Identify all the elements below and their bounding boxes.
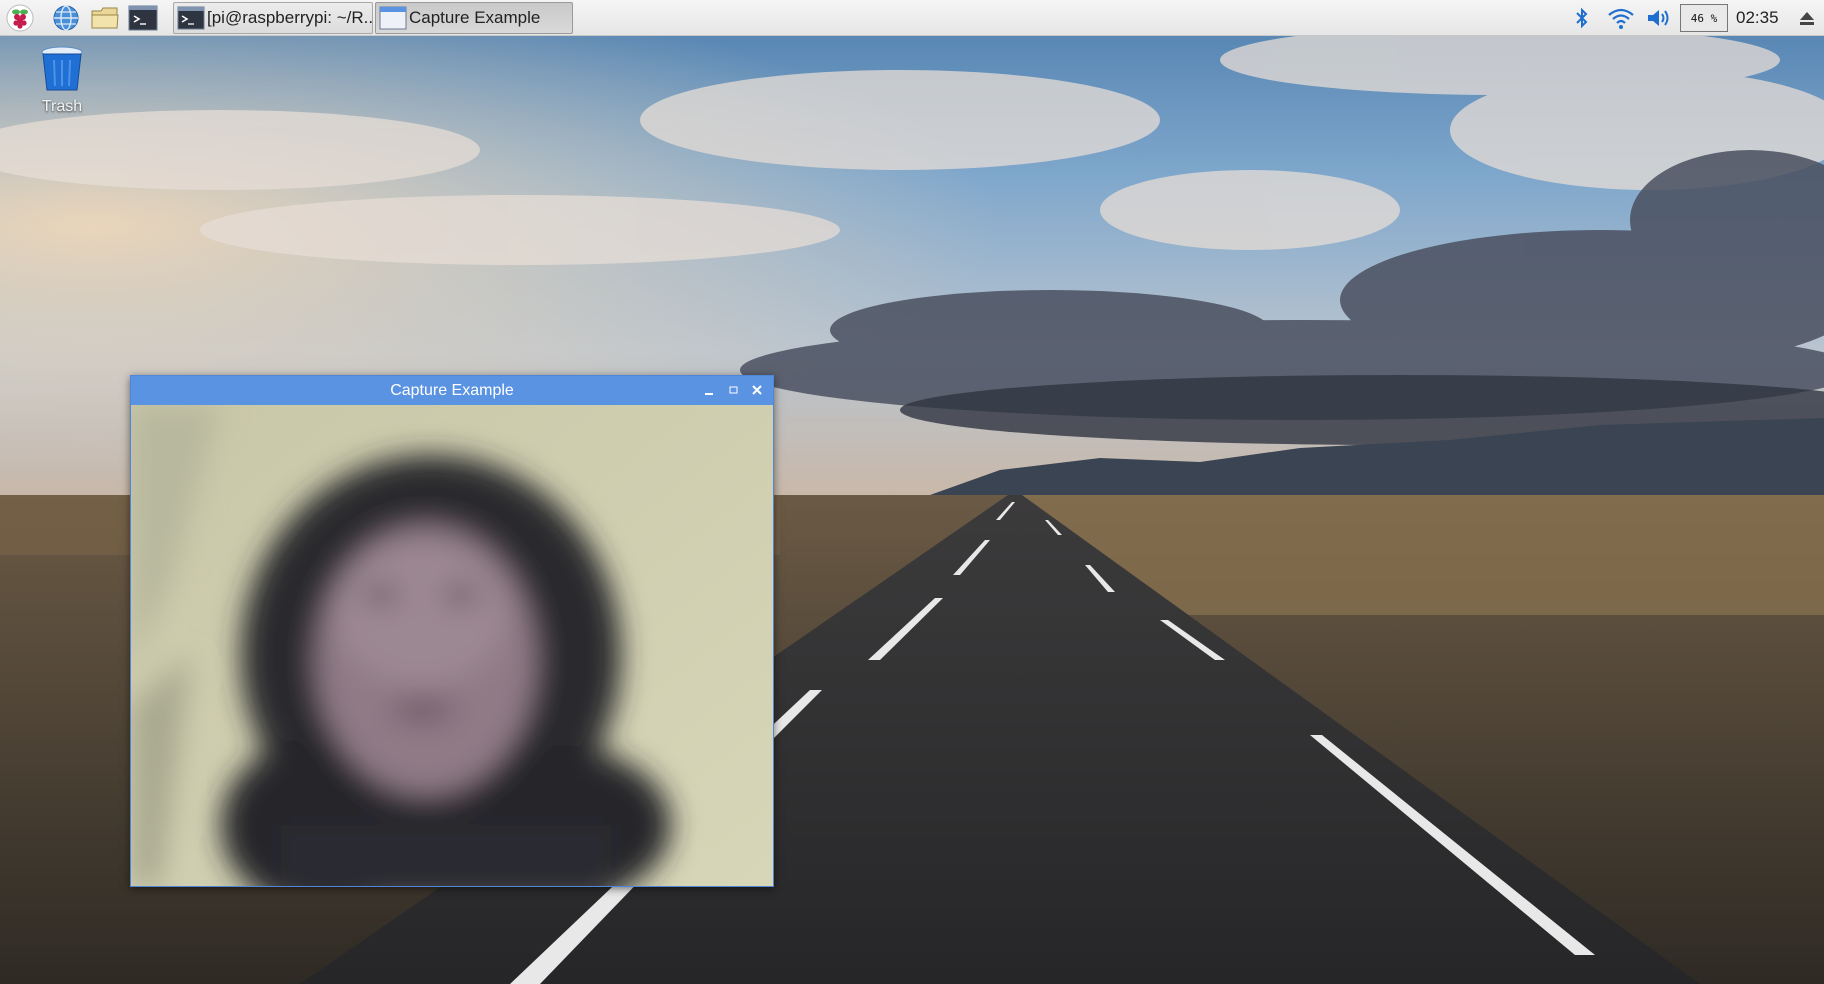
minimize-icon [705,393,713,395]
terminal-icon[interactable] [128,3,158,33]
bluetooth-icon[interactable] [1570,4,1594,32]
taskbar-task-capture-example[interactable]: Capture Example [375,2,573,34]
volume-icon[interactable] [1644,4,1674,32]
close-icon [752,385,762,395]
maximize-icon [729,386,738,394]
taskbar-task-label: [pi@raspberrypi: ~/R... [207,8,373,27]
taskbar: [pi@raspberrypi: ~/R... Capture Example … [0,0,1824,36]
window-icon [379,6,407,30]
clock[interactable]: 02:35 [1736,0,1779,36]
eject-icon[interactable] [1796,4,1818,32]
raspberry-menu-icon[interactable] [5,3,35,33]
maximize-button[interactable] [723,380,743,400]
cpu-percent: 46 % [1690,11,1718,25]
taskbar-task-label: Capture Example [409,8,541,27]
trash-desktop-icon[interactable]: Trash [30,44,94,116]
window-title: Capture Example [390,381,514,399]
trash-label: Trash [41,98,83,115]
terminal-icon [177,6,205,30]
capture-example-window[interactable]: Capture Example [130,375,774,887]
trash-icon [41,46,83,91]
taskbar-task-terminal[interactable]: [pi@raspberrypi: ~/R... [173,2,373,34]
minimize-button[interactable] [699,380,719,400]
window-titlebar[interactable]: Capture Example [131,376,773,405]
close-button[interactable] [747,380,767,400]
camera-feed [131,405,773,886]
file-manager-icon[interactable] [90,3,120,33]
cpu-monitor[interactable]: 46 % [1680,4,1728,32]
wifi-icon[interactable] [1606,4,1636,32]
web-browser-icon[interactable] [51,3,81,33]
